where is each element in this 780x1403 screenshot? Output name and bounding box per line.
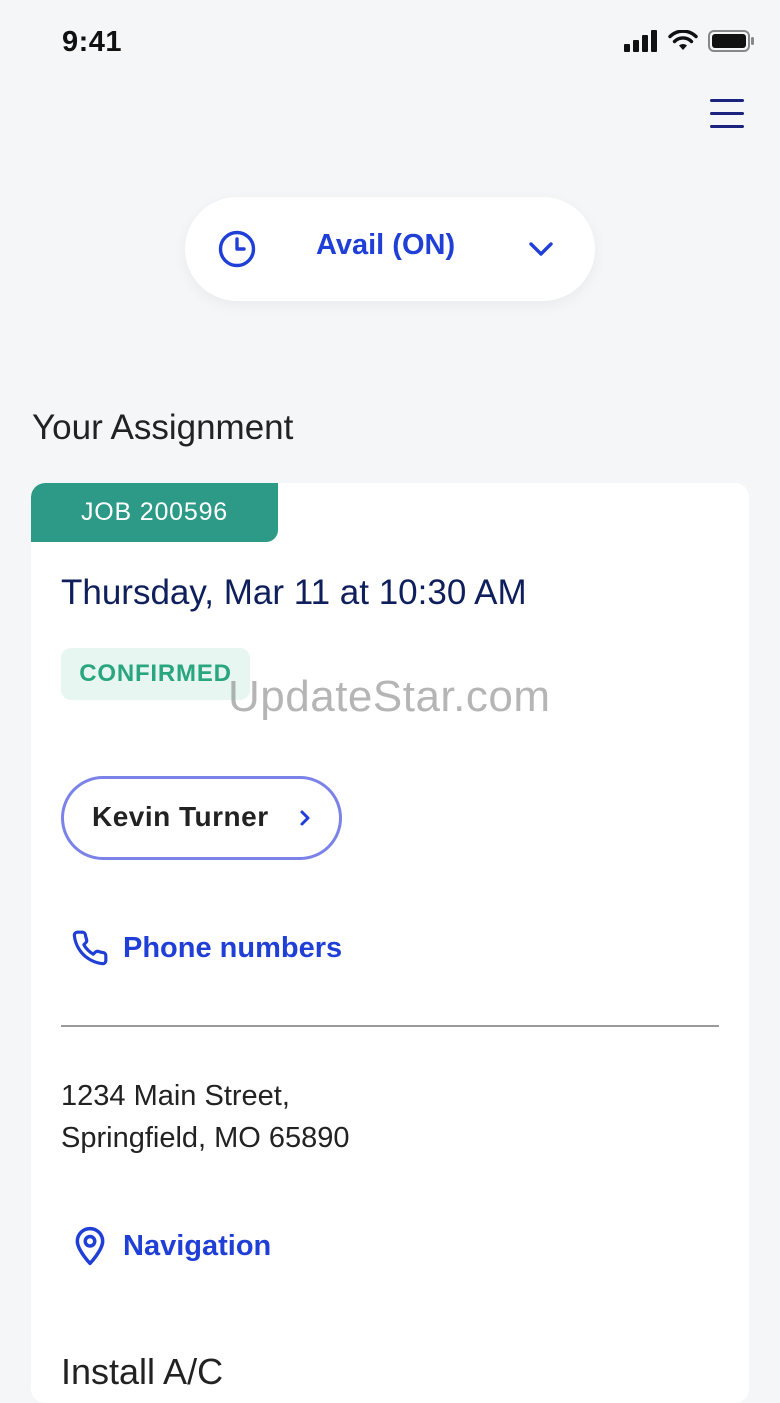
contact-button[interactable]: Kevin Turner: [61, 776, 342, 860]
section-title: Your Assignment: [32, 408, 294, 447]
hamburger-menu-icon: [710, 99, 744, 102]
watermark: UpdateStar.com: [228, 672, 551, 721]
divider: [61, 1025, 719, 1027]
contact-name: Kevin Turner: [92, 801, 269, 832]
phone-icon: [72, 930, 108, 966]
status-bar: 9:41: [0, 0, 780, 88]
job-datetime: Thursday, Mar 11 at 10:30 AM: [61, 573, 527, 612]
menu-button[interactable]: [706, 94, 748, 134]
phone-numbers-link[interactable]: Phone numbers: [71, 929, 342, 967]
clock-icon: [218, 230, 256, 268]
address-line-2: Springfield, MO 65890: [61, 1122, 350, 1154]
wifi-icon: [668, 30, 698, 50]
chevron-right-icon: [300, 810, 310, 826]
status-time: 9:41: [62, 26, 123, 58]
phone-numbers-label: Phone numbers: [123, 931, 343, 964]
address: 1234 Main Street, Springfield, MO 65890: [61, 1075, 350, 1159]
battery-icon: [708, 30, 754, 52]
navigation-link[interactable]: Navigation: [71, 1225, 271, 1267]
availability-label: Avail (ON): [316, 229, 456, 261]
navigation-label: Navigation: [123, 1229, 272, 1262]
job-tag: JOB 200596: [31, 483, 278, 542]
assignment-card: JOB 200596 Thursday, Mar 11 at 10:30 AM …: [31, 483, 749, 1403]
map-pin-icon: [75, 1226, 105, 1266]
availability-dropdown[interactable]: Avail (ON): [185, 197, 595, 301]
status-icons: [624, 30, 754, 52]
address-line-1: 1234 Main Street,: [61, 1080, 290, 1112]
cellular-signal-icon: [624, 30, 657, 52]
status-badge: CONFIRMED: [61, 648, 250, 700]
chevron-down-icon: [529, 242, 553, 256]
